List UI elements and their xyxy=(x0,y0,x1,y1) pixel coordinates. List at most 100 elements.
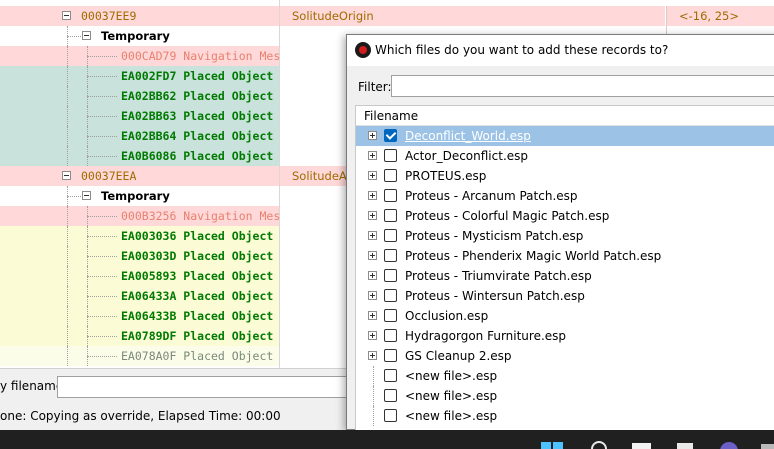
file-list-item[interactable]: Proteus - Wintersun Patch.esp xyxy=(356,286,774,306)
file-list-item[interactable]: Proteus - Arcanum Patch.esp xyxy=(356,186,774,206)
tree-row-label: EA003036 Placed Object xyxy=(121,229,274,243)
file-list-item[interactable]: PROTEUS.esp xyxy=(356,166,774,186)
file-list-item[interactable]: Proteus - Colorful Magic Patch.esp xyxy=(356,206,774,226)
tree-row-label: EA02BB62 Placed Object xyxy=(121,89,274,103)
file-name: Hydragorgon Furniture.esp xyxy=(405,329,567,343)
list-header[interactable]: Filename xyxy=(356,106,774,126)
file-name: Proteus - Wintersun Patch.esp xyxy=(405,289,585,303)
expand-icon[interactable] xyxy=(368,211,377,220)
collapse-icon[interactable] xyxy=(62,171,71,180)
expand-icon[interactable] xyxy=(368,351,377,360)
tree-row-label: EA02BB64 Placed Object xyxy=(121,129,274,143)
tree-line xyxy=(373,386,374,406)
dialog-titlebar: Which files do you want to add these rec… xyxy=(347,35,774,66)
cell-editor-id: SolitudeAv xyxy=(292,169,353,183)
file-name: Proteus - Colorful Magic Patch.esp xyxy=(405,209,610,223)
app-avatar-icon xyxy=(720,442,738,449)
expand-icon[interactable] xyxy=(368,231,377,240)
start-icon xyxy=(541,442,563,449)
file-list-item[interactable]: Deconflict_World.esp xyxy=(356,126,774,146)
dialog-title: Which files do you want to add these rec… xyxy=(375,43,669,57)
expand-icon[interactable] xyxy=(368,171,377,180)
collapse-icon[interactable] xyxy=(82,31,91,40)
expand-icon[interactable] xyxy=(368,191,377,200)
add-records-dialog: Which files do you want to add these rec… xyxy=(346,34,774,435)
file-name: <new file>.esp xyxy=(405,409,498,423)
collapse-icon[interactable] xyxy=(82,191,91,200)
file-checkbox[interactable] xyxy=(384,169,397,182)
file-name: Proteus - Phenderix Magic World Patch.es… xyxy=(405,249,662,263)
file-list[interactable]: Filename Deconflict_World.esp Actor_Decon… xyxy=(355,105,774,435)
file-checkbox[interactable] xyxy=(384,269,397,282)
file-checkbox[interactable] xyxy=(384,229,397,242)
file-checkbox[interactable] xyxy=(384,349,397,362)
file-checkbox[interactable] xyxy=(384,149,397,162)
file-list-item[interactable]: Proteus - Triumvirate Patch.esp xyxy=(356,266,774,286)
file-checkbox[interactable] xyxy=(384,249,397,262)
file-name: Proteus - Mysticism Patch.esp xyxy=(405,229,584,243)
tree-line xyxy=(373,406,374,426)
filter-input[interactable] xyxy=(391,75,774,97)
file-name: <new file>.esp xyxy=(405,389,498,403)
file-list-item[interactable]: <new file>.esp xyxy=(356,366,774,386)
file-list-item[interactable]: GS Cleanup 2.esp xyxy=(356,346,774,366)
file-checkbox[interactable] xyxy=(384,289,397,302)
file-name: GS Cleanup 2.esp xyxy=(405,349,512,363)
app-icon xyxy=(355,42,371,58)
tree-row-cell[interactable]: 00037EE9 SolitudeOrigin <-16, 25> xyxy=(0,6,774,26)
expand-icon[interactable] xyxy=(368,131,377,140)
task-view-icon xyxy=(632,443,651,449)
file-checkbox[interactable] xyxy=(384,189,397,202)
tree-row-label: EA02BB63 Placed Object xyxy=(121,109,274,123)
file-list-item[interactable]: Actor_Deconflict.esp xyxy=(356,146,774,166)
file-name: Occlusion.esp xyxy=(405,309,489,323)
filename-input[interactable] xyxy=(57,376,357,398)
file-name: Actor_Deconflict.esp xyxy=(405,149,529,163)
tree-row-label: 00037EEA xyxy=(81,169,137,183)
file-list-item[interactable]: <new file>.esp xyxy=(356,386,774,406)
tree-row-label: EA06433B Placed Object xyxy=(121,309,274,323)
expand-icon[interactable] xyxy=(368,251,377,260)
expand-icon[interactable] xyxy=(368,271,377,280)
file-list-item[interactable]: Occlusion.esp xyxy=(356,306,774,326)
file-name: PROTEUS.esp xyxy=(405,169,487,183)
tree-row-label: 00037EE9 xyxy=(81,9,137,23)
expand-icon[interactable] xyxy=(368,311,377,320)
expand-icon[interactable] xyxy=(368,151,377,160)
file-checkbox[interactable] xyxy=(384,369,397,382)
file-checkbox[interactable] xyxy=(384,389,397,402)
cell-editor-id: SolitudeOrigin xyxy=(292,9,374,23)
file-list-item[interactable]: Proteus - Mysticism Patch.esp xyxy=(356,226,774,246)
file-list-item[interactable]: Hydragorgon Furniture.esp xyxy=(356,326,774,346)
filter-label: Filter: xyxy=(358,80,392,94)
file-list-item[interactable]: <new file>.esp xyxy=(356,406,774,426)
expand-icon[interactable] xyxy=(368,291,377,300)
file-list-item[interactable]: Proteus - Phenderix Magic World Patch.es… xyxy=(356,246,774,266)
file-checkbox[interactable] xyxy=(384,329,397,342)
tree-row-label: Temporary xyxy=(101,29,170,43)
tree-row-label: EA06433A Placed Object xyxy=(121,289,274,303)
widgets-icon xyxy=(677,443,693,449)
tree-row-label: 000CAD79 Navigation Mesh xyxy=(121,49,288,63)
status-text: one: Copying as override, Elapsed Time: … xyxy=(0,409,281,423)
collapse-icon[interactable] xyxy=(62,11,71,20)
file-name: Proteus - Triumvirate Patch.esp xyxy=(405,269,592,283)
file-name: Proteus - Arcanum Patch.esp xyxy=(405,189,578,203)
file-name: Deconflict_World.esp xyxy=(405,129,531,143)
file-checkbox[interactable] xyxy=(384,409,397,422)
tree-row-label: 000B3256 Navigation Mesh xyxy=(121,209,288,223)
tree-row-label: EA00303D Placed Object xyxy=(121,249,274,263)
tree-row-label: EA0789DF Placed Object xyxy=(121,329,274,343)
expand-icon[interactable] xyxy=(368,331,377,340)
taskbar-icons xyxy=(541,441,774,449)
tree-row-label: EA005893 Placed Object xyxy=(121,269,274,283)
file-checkbox[interactable] xyxy=(384,209,397,222)
file-checkbox[interactable] xyxy=(384,129,397,142)
tree-line xyxy=(373,366,374,386)
column-separator[interactable] xyxy=(279,0,280,368)
app-icon-2 xyxy=(761,444,774,449)
taskbar xyxy=(0,430,774,449)
file-checkbox[interactable] xyxy=(384,309,397,322)
cell-coords: <-16, 25> xyxy=(679,9,739,23)
column-header-filename[interactable]: Filename xyxy=(364,109,418,123)
